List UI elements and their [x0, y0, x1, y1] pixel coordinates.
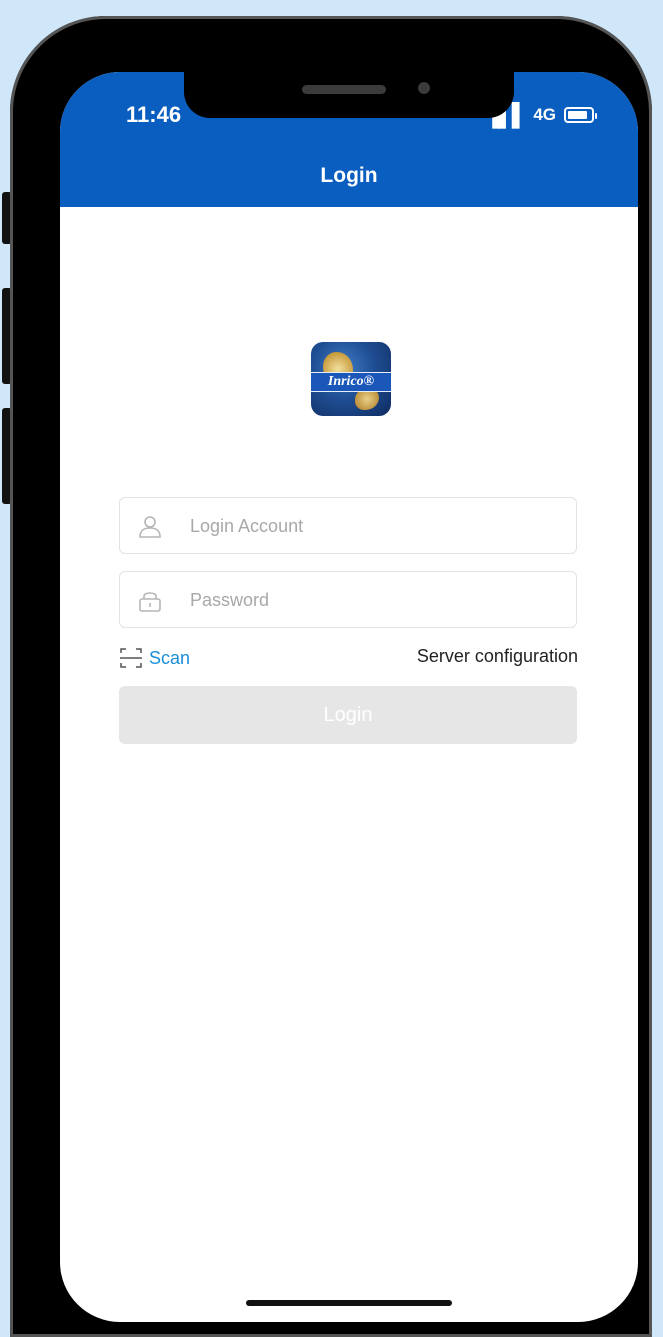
speaker-grille — [302, 85, 386, 94]
server-configuration-link[interactable]: Server configuration — [417, 646, 578, 667]
app-screen: 11:46 ▐▌▌ 4G Login Inrico® Login Account… — [60, 72, 638, 1322]
front-camera — [418, 82, 430, 94]
inrico-logo: Inrico® — [311, 342, 391, 416]
password-field[interactable] — [119, 571, 577, 629]
login-button[interactable]: Login — [119, 686, 577, 744]
camera-notch — [184, 72, 514, 118]
scan-label[interactable]: Scan — [149, 648, 190, 669]
home-indicator — [246, 1300, 452, 1306]
battery-icon — [564, 107, 597, 123]
network-label: 4G — [533, 105, 556, 124]
password-input[interactable] — [188, 572, 562, 629]
page-title: Login — [320, 164, 378, 187]
phone-frame: 11:46 ▐▌▌ 4G Login Inrico® Login Account… — [10, 16, 652, 1337]
status-time: 11:46 — [126, 102, 182, 127]
app-header: 11:46 ▐▌▌ 4G Login — [60, 72, 638, 207]
user-icon — [139, 516, 161, 538]
login-account-input[interactable] — [188, 498, 562, 555]
scan-icon — [120, 648, 142, 668]
lock-icon — [139, 592, 161, 612]
logo-brand-text: Inrico® — [311, 372, 391, 392]
scan-button[interactable]: Scan — [119, 646, 190, 670]
account-field[interactable] — [119, 497, 577, 555]
